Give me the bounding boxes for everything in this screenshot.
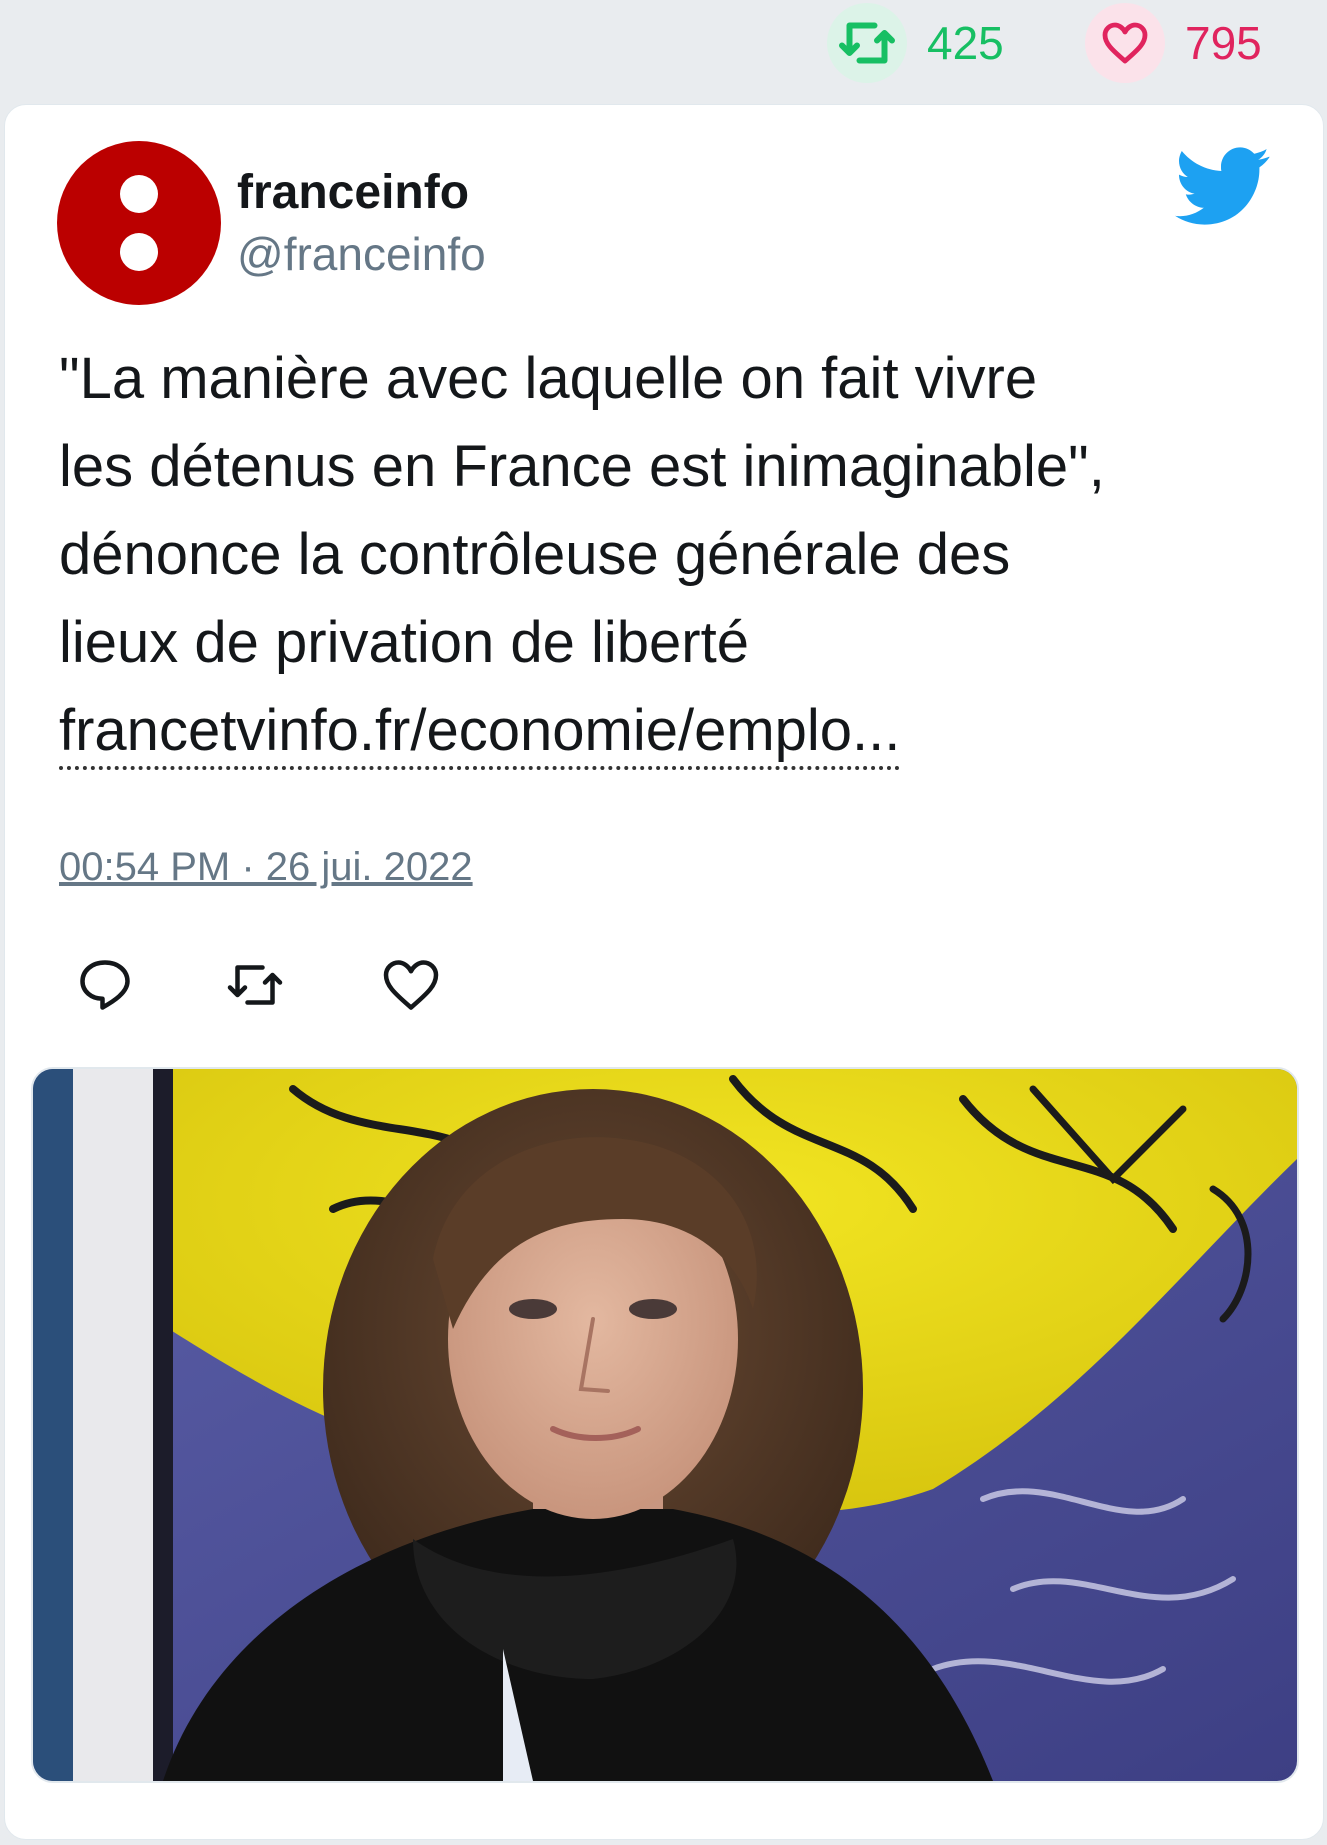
tweet-text-line: les détenus en France est inimaginable", xyxy=(59,434,1105,499)
top-stats-bar: 425 795 xyxy=(0,0,1327,90)
user-handle[interactable]: @franceinfo xyxy=(237,227,486,281)
retweet-icon[interactable] xyxy=(225,955,285,1015)
tweet-text-line: "La manière avec laquelle on fait vivre xyxy=(59,346,1038,411)
retweet-icon[interactable] xyxy=(827,3,907,83)
twitter-bird-icon[interactable] xyxy=(1175,147,1271,227)
like-stat[interactable]: 795 xyxy=(1085,3,1262,83)
display-name[interactable]: franceinfo xyxy=(237,165,469,220)
heart-icon[interactable] xyxy=(381,955,441,1015)
tweet-text-line: dénonce la contrôleuse générale des xyxy=(59,522,1011,587)
avatar-dot xyxy=(120,233,158,271)
like-count: 795 xyxy=(1185,17,1262,69)
heart-icon[interactable] xyxy=(1085,3,1165,83)
tweet-link[interactable]: francetvinfo.fr/economie/emplo... xyxy=(59,696,901,770)
reply-icon[interactable] xyxy=(75,955,135,1015)
tweet-text: "La manière avec laquelle on fait vivre … xyxy=(59,335,1299,775)
tweet-timestamp[interactable]: 00:54 PM · 26 jui. 2022 xyxy=(59,845,473,890)
avatar-dot xyxy=(120,175,158,213)
tweet-card[interactable]: franceinfo @franceinfo "La manière avec … xyxy=(4,104,1324,1840)
avatar[interactable] xyxy=(57,141,221,305)
tweet-text-line: lieux de privation de liberté xyxy=(59,610,749,675)
retweet-stat[interactable]: 425 xyxy=(827,3,1004,83)
retweet-count: 425 xyxy=(927,17,1004,69)
tweet-photo[interactable] xyxy=(31,1067,1299,1783)
portrait-photo xyxy=(33,1069,1297,1781)
